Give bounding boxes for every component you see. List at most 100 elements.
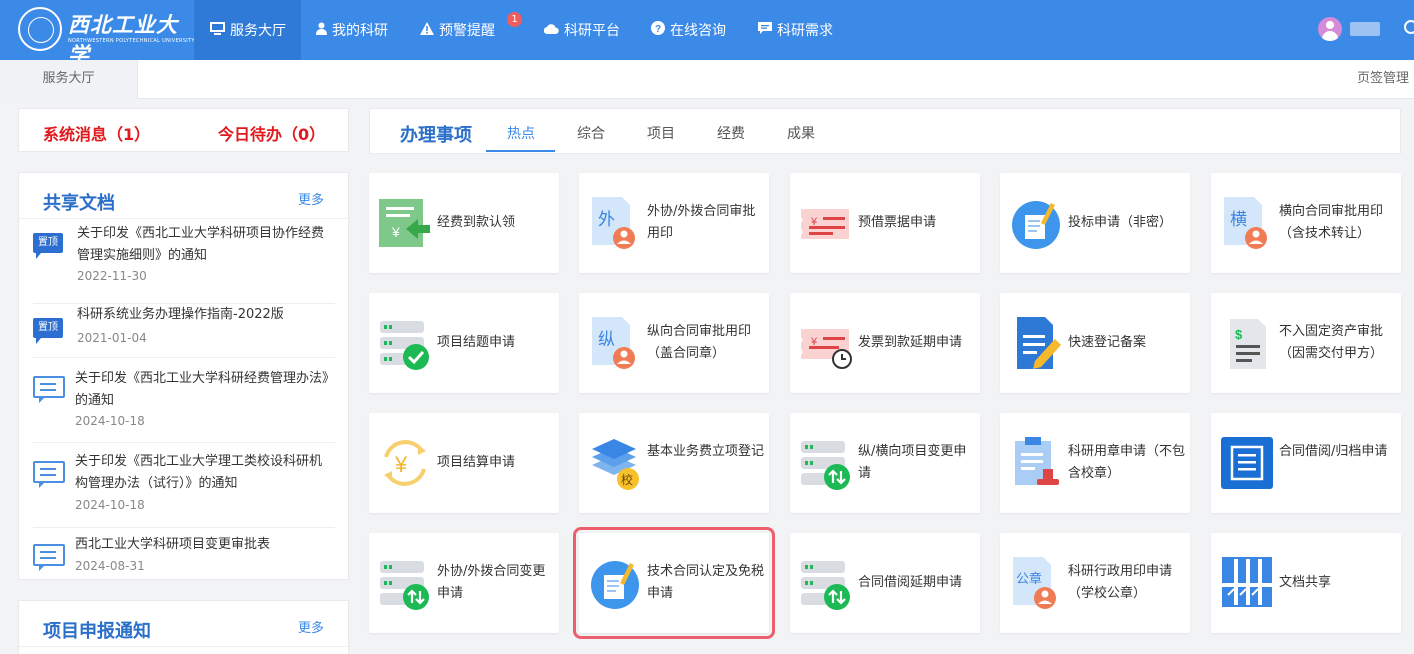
project-notice-more-link[interactable]: 更多 <box>298 617 324 636</box>
fund-claim-icon: ¥ <box>378 195 432 251</box>
tile-bid-application[interactable]: 投标申请（非密） <box>1000 173 1190 273</box>
tile-basic-fund[interactable]: 校 基本业务费立项登记 <box>579 413 769 513</box>
list-item[interactable]: 关于印发《西北工业大学理工类校设科研机构管理办法（试行）》的通知 2024-10… <box>33 443 335 528</box>
shared-documents-more-link[interactable]: 更多 <box>298 189 324 208</box>
today-todo-link[interactable]: 今日待办（0） <box>218 121 325 145</box>
tile-fund-claim[interactable]: ¥ 经费到款认领 <box>369 173 559 273</box>
invoice-delay-icon: ¥ <box>799 315 853 371</box>
list-item[interactable]: 置顶 科研系统业务办理操作指南-2022版 2021-01-04 <box>33 294 335 358</box>
user-name[interactable] <box>1350 22 1380 36</box>
tile-label: 预借票据申请 <box>858 215 937 230</box>
tile-tech-contract[interactable]: 技术合同认定及免税申请 <box>573 527 775 639</box>
list-item[interactable]: 置顶 关于印发《西北工业大学科研项目协作经费管理实施细则》的通知 2022-11… <box>33 219 335 304</box>
external-contract-icon: 外 <box>588 195 642 251</box>
tile-label: 投标申请（非密） <box>1068 215 1173 230</box>
tile-quick-register[interactable]: 快速登记备案 <box>1000 293 1190 393</box>
tile-invoice-advance[interactable]: ¥ 预借票据申请 <box>790 173 980 273</box>
tile-label: 不入固定资产审批（因需交付甲方） <box>1279 324 1384 361</box>
tab-funding[interactable]: 经费 <box>717 123 745 143</box>
nav-my-research[interactable]: 我的科研 <box>316 0 388 60</box>
pin-badge-icon: 置顶 <box>33 233 63 259</box>
non-fixed-asset-icon: $ <box>1220 315 1274 371</box>
tile-label: 文档共享 <box>1279 575 1332 590</box>
seal-application-icon <box>1009 435 1063 491</box>
invoice-advance-icon: ¥ <box>799 195 853 251</box>
bid-application-icon <box>1009 195 1063 251</box>
tile-admin-seal[interactable]: 公章 科研行政用印申请（学校公章） <box>1000 533 1190 633</box>
tab-management-button[interactable]: 页签管理 <box>1357 60 1409 99</box>
tab-achievement[interactable]: 成果 <box>787 123 815 143</box>
tile-label: 项目结题申请 <box>437 335 516 350</box>
tile-external-contract[interactable]: 外 外协/外拨合同审批用印 <box>579 173 769 273</box>
document-date: 2024-10-18 <box>75 498 145 512</box>
admin-seal-icon: 公章 <box>1009 555 1063 611</box>
tile-document-share[interactable]: 文档共享 <box>1211 533 1401 633</box>
nav-research-platform[interactable]: 科研平台 <box>543 0 620 60</box>
svg-text:外: 外 <box>598 210 615 230</box>
project-change-icon <box>799 435 853 491</box>
list-item[interactable]: 西北工业大学科研项目变更审批表 2024-08-31 <box>33 528 335 581</box>
power-icon[interactable] <box>1404 20 1414 34</box>
external-change-icon <box>378 555 432 611</box>
basic-fund-icon: 校 <box>588 435 642 491</box>
document-date: 2021-01-04 <box>77 331 147 345</box>
tab-project[interactable]: 项目 <box>647 123 675 143</box>
tile-vertical-contract[interactable]: 纵 纵向合同审批用印（盖合同章） <box>579 293 769 393</box>
tab-service-hall[interactable]: 服务大厅 <box>0 60 138 99</box>
project-closure-icon <box>378 315 432 371</box>
system-message-link[interactable]: 系统消息（1） <box>43 121 150 145</box>
tab-general[interactable]: 综合 <box>577 123 605 143</box>
tile-contract-archive[interactable]: 合同借阅/归档申请 <box>1211 413 1401 513</box>
tile-label: 科研行政用印申请（学校公章） <box>1068 564 1173 601</box>
nav-warning[interactable]: 预警提醒 1 <box>420 0 522 60</box>
tile-horizontal-contract[interactable]: 横 横向合同审批用印（含技术转让） <box>1211 173 1401 273</box>
project-settlement-icon: ¥ <box>378 435 432 491</box>
nav-online-consult[interactable]: ? 在线咨询 <box>651 0 726 60</box>
nav-label: 在线咨询 <box>670 23 726 39</box>
message-icon <box>758 21 772 39</box>
nav-label: 服务大厅 <box>230 23 286 39</box>
document-title: 关于印发《西北工业大学科研经费管理办法》的通知 <box>75 371 329 408</box>
warning-icon <box>420 21 434 39</box>
document-title: 科研系统业务办理操作指南-2022版 <box>77 307 284 322</box>
affairs-header-card: 办理事项 热点 综合 项目 经费 成果 <box>369 108 1401 154</box>
affairs-title: 办理事项 <box>400 125 472 146</box>
top-nav-bar: 西北工业大学 NORTHWESTERN POLYTECHNICAL UNIVER… <box>0 0 1414 67</box>
tile-label: 快速登记备案 <box>1068 335 1147 350</box>
svg-text:$: $ <box>1235 327 1243 342</box>
tile-borrow-delay[interactable]: 合同借阅延期申请 <box>790 533 980 633</box>
university-seal-icon <box>18 7 62 51</box>
tile-label: 横向合同审批用印（含技术转让） <box>1279 204 1384 241</box>
tab-hot[interactable]: 热点 <box>507 123 535 143</box>
tile-seal-application[interactable]: 科研用章申请（不包含校章） <box>1000 413 1190 513</box>
shared-documents-card: 共享文档 更多 置顶 关于印发《西北工业大学科研项目协作经费管理实施细则》的通知… <box>18 172 350 581</box>
document-title: 西北工业大学科研项目变更审批表 <box>75 537 271 552</box>
pin-badge-icon: 置顶 <box>33 318 63 344</box>
svg-text:公章: 公章 <box>1016 571 1042 587</box>
tile-label: 纵/横向项目变更申请 <box>858 444 967 481</box>
tile-external-change[interactable]: 外协/外拨合同变更申请 <box>369 533 559 633</box>
svg-text:¥: ¥ <box>394 452 408 477</box>
university-name-en: NORTHWESTERN POLYTECHNICAL UNIVERSITY <box>68 38 195 44</box>
tile-invoice-delay[interactable]: ¥ 发票到款延期申请 <box>790 293 980 393</box>
university-logo[interactable]: 西北工业大学 NORTHWESTERN POLYTECHNICAL UNIVER… <box>18 6 194 67</box>
tile-project-closure[interactable]: 项目结题申请 <box>369 293 559 393</box>
tile-label: 合同借阅延期申请 <box>858 575 963 590</box>
user-avatar[interactable] <box>1318 17 1342 41</box>
tech-contract-icon <box>588 555 642 611</box>
nav-service-hall[interactable]: 服务大厅 <box>194 0 301 60</box>
tile-label: 技术合同认定及免税申请 <box>647 564 765 601</box>
document-date: 2022-11-30 <box>77 269 147 283</box>
tile-label: 纵向合同审批用印（盖合同章） <box>647 324 752 361</box>
document-share-icon <box>1220 555 1274 611</box>
tile-project-change[interactable]: 纵/横向项目变更申请 <box>790 413 980 513</box>
nav-research-demand[interactable]: 科研需求 <box>758 0 833 60</box>
tile-project-settlement[interactable]: ¥ 项目结算申请 <box>369 413 559 513</box>
list-item[interactable]: 关于印发《西北工业大学科研经费管理办法》的通知 2024-10-18 <box>33 358 335 443</box>
document-title: 关于印发《西北工业大学理工类校设科研机构管理办法（试行）》的通知 <box>75 454 323 491</box>
warning-count-badge: 1 <box>507 12 522 27</box>
tile-label: 发票到款延期申请 <box>858 335 963 350</box>
tile-non-fixed-asset[interactable]: $ 不入固定资产审批（因需交付甲方） <box>1211 293 1401 393</box>
pin-badge: 置顶 <box>33 233 63 259</box>
nav-label: 我的科研 <box>332 23 388 39</box>
